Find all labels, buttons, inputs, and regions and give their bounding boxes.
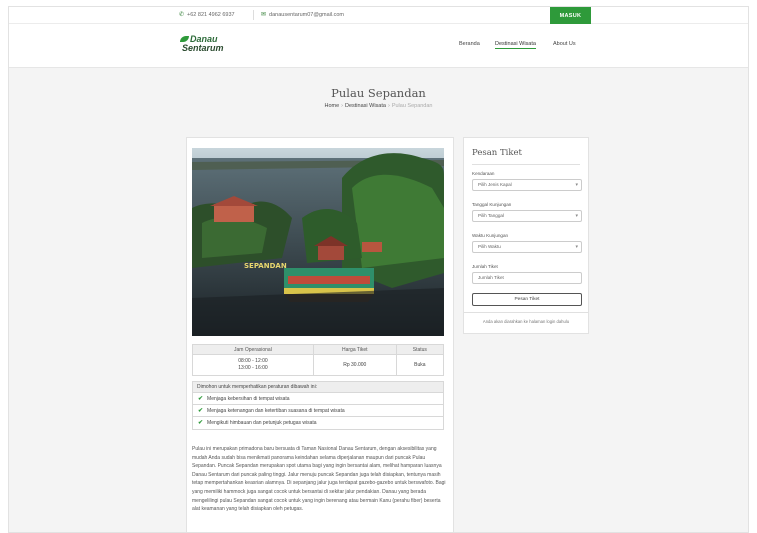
kendaraan-label: Kendaraan: [472, 171, 495, 176]
list-item: ✔ Menjaga kebersihan di tempat wisata: [193, 393, 443, 405]
pesan-tiket-button[interactable]: Pesan Tiket: [472, 293, 582, 306]
leaf-icon: [180, 36, 189, 42]
booking-panel: Pesan Tiket Kendaraan Pilih Jenis Kapal …: [463, 137, 589, 334]
kendaraan-select-value: Pilih Jenis Kapal: [478, 182, 512, 187]
list-item: ✔ Menjaga ketenangan dan ketertiban suas…: [193, 405, 443, 417]
breadcrumb-home[interactable]: Home: [324, 103, 339, 109]
rule-text: Menjaga ketenangan dan ketertiban suasan…: [207, 407, 345, 414]
hours-line: 08:00 - 12:00: [238, 358, 268, 364]
kendaraan-select[interactable]: Pilih Jenis Kapal ▾: [472, 179, 582, 191]
email-address: danausentarum07@gmail.com: [269, 11, 345, 18]
breadcrumb: Home › Destinasi Wisata › Pulau Sepandan: [9, 103, 748, 109]
header-harga-tiket: Harga Tiket: [312, 344, 397, 355]
header-status: Status: [395, 344, 445, 355]
cell-status: Buka: [395, 354, 445, 376]
jumlah-tiket-input[interactable]: Jumlah Tiket: [472, 272, 582, 284]
tanggal-label: Tanggal Kunjungan: [472, 202, 512, 207]
cell-jam-operasional: 08:00 - 12:00 13:00 - 16:00: [192, 354, 314, 376]
nav-beranda[interactable]: Beranda: [459, 41, 480, 47]
tanggal-input-value: Pilih Tanggal: [478, 213, 504, 218]
divider: [464, 312, 588, 313]
waktu-select-value: Pilih Waktu: [478, 244, 501, 249]
header-jam-operasional: Jam Operasional: [192, 344, 314, 355]
check-icon: ✔: [198, 407, 204, 414]
nav-about-us[interactable]: About Us: [553, 41, 576, 47]
destination-description: Pulau ini merupakan primadona baru bersu…: [192, 446, 446, 513]
hours-line: 13:00 - 16:00: [238, 365, 268, 371]
breadcrumb-destinasi[interactable]: Destinasi Wisata: [345, 103, 386, 109]
chevron-down-icon: ▾: [575, 244, 578, 250]
phone-contact: ✆ +62 821 4962 6937: [179, 11, 235, 19]
cell-harga-tiket: Rp 30.000: [312, 354, 397, 376]
rule-text: Menjaga kebersihan di tempat wisata: [207, 395, 290, 402]
browser-page: ✆ +62 821 4962 6937 ✉ danausentarum07@gm…: [8, 6, 749, 533]
info-table: Jam Operasional Harga Tiket Status 08:00…: [192, 344, 445, 376]
waktu-label: Waktu Kunjungan: [472, 233, 509, 238]
breadcrumb-separator: ›: [341, 103, 343, 109]
top-contact-bar: ✆ +62 821 4962 6937 ✉ danausentarum07@gm…: [9, 7, 748, 24]
tanggal-input[interactable]: Pilih Tanggal ▾: [472, 210, 582, 222]
login-button[interactable]: MASUK: [550, 7, 591, 24]
chevron-down-icon: ▾: [575, 213, 578, 219]
phone-icon: ✆: [179, 12, 185, 18]
divider: [253, 10, 254, 20]
booking-title: Pesan Tiket: [472, 148, 522, 158]
chevron-down-icon: ▾: [575, 182, 578, 188]
check-icon: ✔: [198, 420, 204, 426]
divider: [472, 164, 580, 165]
jumlah-label: Jumlah Tiket: [472, 264, 498, 269]
login-redirect-note: Anda akan diarahkan ke halaman login dah…: [482, 319, 570, 324]
island-photo-illustration: SEPANDAN: [192, 148, 444, 336]
breadcrumb-separator: ›: [387, 103, 390, 109]
jumlah-tiket-placeholder: Jumlah Tiket: [478, 275, 504, 280]
check-icon: ✔: [198, 395, 204, 402]
mail-icon: ✉: [261, 12, 267, 18]
main-navbar: Danau Sentarum Beranda Destinasi Wisata …: [9, 24, 748, 68]
rule-text: Mengikuti himbauan dan petunjuk petugas …: [207, 420, 317, 426]
list-item: ✔ Mengikuti himbauan dan petunjuk petuga…: [193, 417, 443, 429]
logo-text-line2: Sentarum: [182, 43, 224, 53]
site-logo[interactable]: Danau Sentarum: [180, 34, 230, 56]
nav-destinasi-wisata[interactable]: Destinasi Wisata: [495, 41, 536, 49]
rules-list: Dimohon untuk memperhatikan peraturan di…: [192, 381, 444, 430]
breadcrumb-current: Pulau Sepandan: [391, 103, 433, 109]
rules-intro: Dimohon untuk memperhatikan peraturan di…: [193, 382, 443, 393]
waktu-select[interactable]: Pilih Waktu ▾: [472, 241, 582, 253]
page-title: Pulau Sepandan: [331, 86, 426, 100]
destination-card: SEPANDAN Jam Operasional Harga Tiket Sta…: [186, 137, 454, 532]
destination-photo: SEPANDAN: [192, 148, 444, 336]
email-contact: ✉ danausentarum07@gmail.com: [261, 11, 345, 19]
sepandan-sign: SEPANDAN: [244, 262, 287, 270]
phone-number: +62 821 4962 6937: [187, 11, 235, 18]
